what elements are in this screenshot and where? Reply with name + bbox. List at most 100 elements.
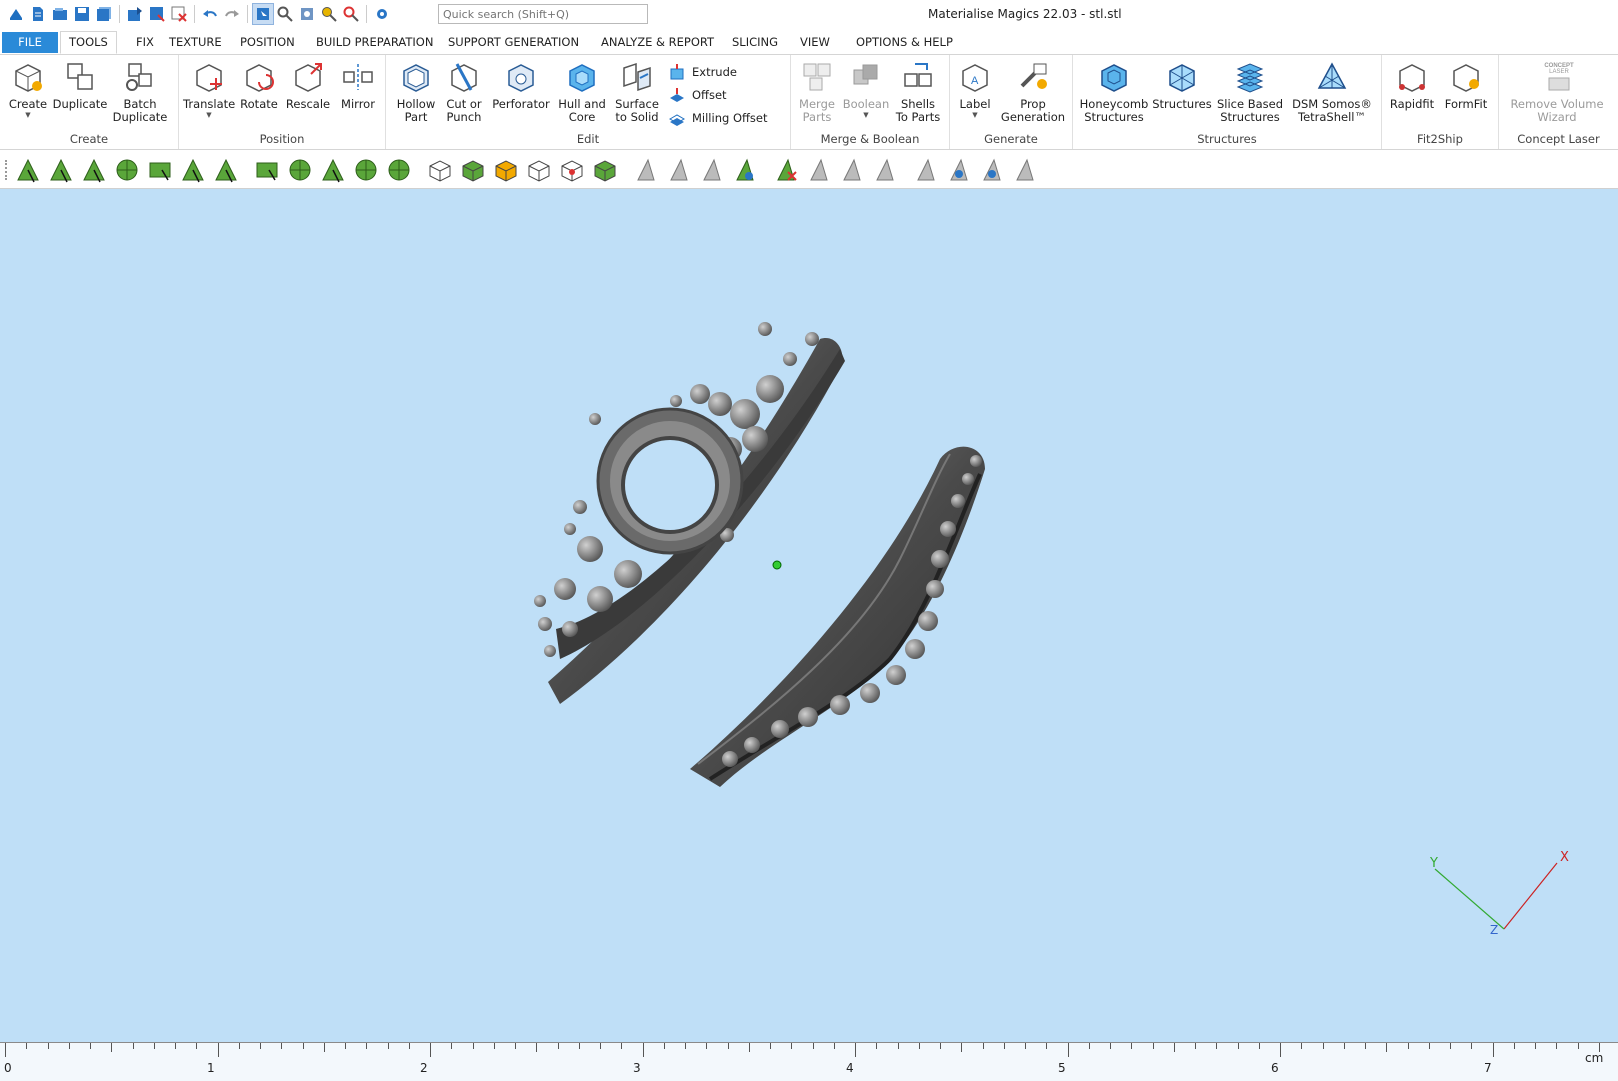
tab-support-generation[interactable]: SUPPORT GENERATION: [440, 32, 587, 53]
triangle-split-icon[interactable]: [810, 158, 828, 181]
zoom-part-icon[interactable]: [341, 4, 361, 24]
offset-button[interactable]: Offset: [668, 86, 727, 104]
undo-icon[interactable]: [200, 4, 220, 24]
create-button[interactable]: Create ▼: [6, 58, 50, 119]
separator: [194, 5, 195, 23]
perforator-button[interactable]: Perforator: [490, 58, 552, 111]
magics-logo-icon[interactable]: [6, 4, 26, 24]
structures-button[interactable]: Structures: [1151, 58, 1213, 111]
quick-search-input[interactable]: [438, 4, 648, 24]
batch-duplicate-button[interactable]: Batch Duplicate: [110, 58, 170, 124]
ruler-tick: [600, 1043, 601, 1049]
mirror-button[interactable]: Mirror: [335, 58, 381, 111]
remove-volume-wizard-button[interactable]: CONCEPT LASER Remove Volume Wizard: [1503, 58, 1611, 124]
rapidfit-button[interactable]: Rapidfit: [1386, 58, 1438, 111]
duplicate-icon: [62, 58, 98, 96]
mark-shell-icon[interactable]: [289, 159, 311, 181]
concept-laser-logo: CONCEPT LASER: [1539, 58, 1575, 96]
hollow-part-button[interactable]: Hollow Part: [394, 58, 438, 124]
hull-and-core-button[interactable]: Hull and Core: [554, 58, 610, 124]
triangle-color-icon[interactable]: [736, 158, 754, 181]
triangle-edge-icon[interactable]: [670, 158, 688, 181]
select-part-icon[interactable]: [429, 160, 451, 182]
select-triangle-icon[interactable]: [17, 158, 39, 183]
honeycomb-structures-button[interactable]: Honeycomb Structures: [1079, 58, 1149, 124]
triangle-eye-icon[interactable]: [983, 158, 1001, 181]
milling-offset-button[interactable]: Milling Offset: [668, 109, 768, 127]
3d-viewport[interactable]: X Y Z: [0, 189, 1618, 1042]
triangle-arrow-icon[interactable]: [703, 158, 721, 181]
mark-box-icon[interactable]: [256, 162, 278, 181]
zoom-box-icon[interactable]: [297, 4, 317, 24]
import-icon[interactable]: [125, 4, 145, 24]
ruler-tick: [68, 1043, 70, 1049]
save-all-icon[interactable]: [94, 4, 114, 24]
tab-fix[interactable]: FIX: [128, 32, 162, 53]
unselect-part-icon[interactable]: [528, 160, 550, 182]
save-icon[interactable]: [72, 4, 92, 24]
save-as-icon[interactable]: [147, 4, 167, 24]
ruler-tick: [451, 1043, 453, 1049]
ruler-tick: [1577, 1043, 1579, 1049]
mark-expand-icon[interactable]: [322, 158, 344, 183]
merge-parts-button[interactable]: Merge Parts: [795, 58, 839, 124]
tab-file[interactable]: FILE: [2, 32, 58, 53]
select-lasso-icon[interactable]: [182, 158, 204, 183]
select-part-red-icon[interactable]: [561, 160, 583, 182]
ruler: 0 1 2 3 4 5 6 7 cm: [0, 1042, 1618, 1081]
tab-tools[interactable]: TOOLS: [60, 31, 117, 54]
cut-or-punch-button[interactable]: Cut or Punch: [442, 58, 486, 124]
triangle-outline-icon[interactable]: [917, 158, 935, 181]
select-plane-icon[interactable]: [50, 158, 72, 183]
open-icon[interactable]: [50, 4, 70, 24]
mark-sphere-icon[interactable]: [388, 159, 410, 181]
triangle-flat-icon[interactable]: [876, 158, 894, 181]
rotate-button[interactable]: Rotate: [237, 58, 281, 111]
redo-icon[interactable]: [222, 4, 242, 24]
tetrashell-button[interactable]: DSM Somos® TetraShell™: [1287, 58, 1377, 124]
tab-position[interactable]: POSITION: [232, 32, 303, 53]
boolean-button[interactable]: Boolean ▼: [841, 58, 891, 119]
ruler-tick: [217, 1043, 219, 1057]
triangle-doc-icon[interactable]: [843, 158, 861, 181]
tab-slicing[interactable]: SLICING: [724, 32, 786, 53]
triangle-gray-icon[interactable]: [637, 158, 655, 181]
quick-access-toolbar: [6, 3, 392, 25]
ring-engagement-model[interactable]: [534, 322, 845, 704]
mark-wheel-icon[interactable]: [355, 159, 377, 181]
tab-texture[interactable]: TEXTURE: [161, 32, 230, 53]
group-label: Concept Laser: [1517, 132, 1600, 146]
extrude-button[interactable]: Extrude: [668, 63, 737, 81]
tab-options-help[interactable]: OPTIONS & HELP: [848, 32, 961, 53]
triangle-hatch-icon[interactable]: [1016, 158, 1034, 181]
select-shell-icon[interactable]: [116, 159, 138, 181]
select-part-colored-icon[interactable]: [495, 160, 517, 182]
close-part-icon[interactable]: [169, 4, 189, 24]
prop-generation-button[interactable]: Prop Generation: [998, 58, 1068, 124]
tab-build-preparation[interactable]: BUILD PREPARATION: [308, 32, 441, 53]
duplicate-button[interactable]: Duplicate: [52, 58, 108, 111]
magnify-icon[interactable]: [319, 4, 339, 24]
zoom-icon[interactable]: [275, 4, 295, 24]
tab-view[interactable]: VIEW: [792, 32, 838, 53]
select-curve-icon[interactable]: [215, 158, 237, 183]
label-button[interactable]: A Label ▼: [954, 58, 996, 119]
select-part-all-icon[interactable]: [594, 160, 616, 182]
settings-icon[interactable]: [372, 4, 392, 24]
triangle-delete-icon[interactable]: [777, 158, 797, 181]
new-file-icon[interactable]: [28, 4, 48, 24]
surface-to-solid-button[interactable]: Surface to Solid: [612, 58, 662, 124]
tab-analyze-report[interactable]: ANALYZE & REPORT: [593, 32, 722, 53]
formfit-button[interactable]: FormFit: [1440, 58, 1492, 111]
select-part-green-icon[interactable]: [462, 160, 484, 182]
shells-to-parts-button[interactable]: Shells To Parts: [893, 58, 943, 124]
ruler-tick: [727, 1043, 729, 1049]
select-box-icon[interactable]: [149, 162, 171, 181]
rescale-button[interactable]: Rescale: [283, 58, 333, 111]
triangle-spin-icon[interactable]: [950, 158, 968, 181]
select-surface-icon[interactable]: [83, 158, 105, 183]
select-mode-icon[interactable]: [252, 3, 274, 25]
slice-based-structures-button[interactable]: Slice Based Structures: [1215, 58, 1285, 124]
translate-button[interactable]: Translate ▼: [183, 58, 235, 119]
ruler-tick: [47, 1043, 49, 1049]
